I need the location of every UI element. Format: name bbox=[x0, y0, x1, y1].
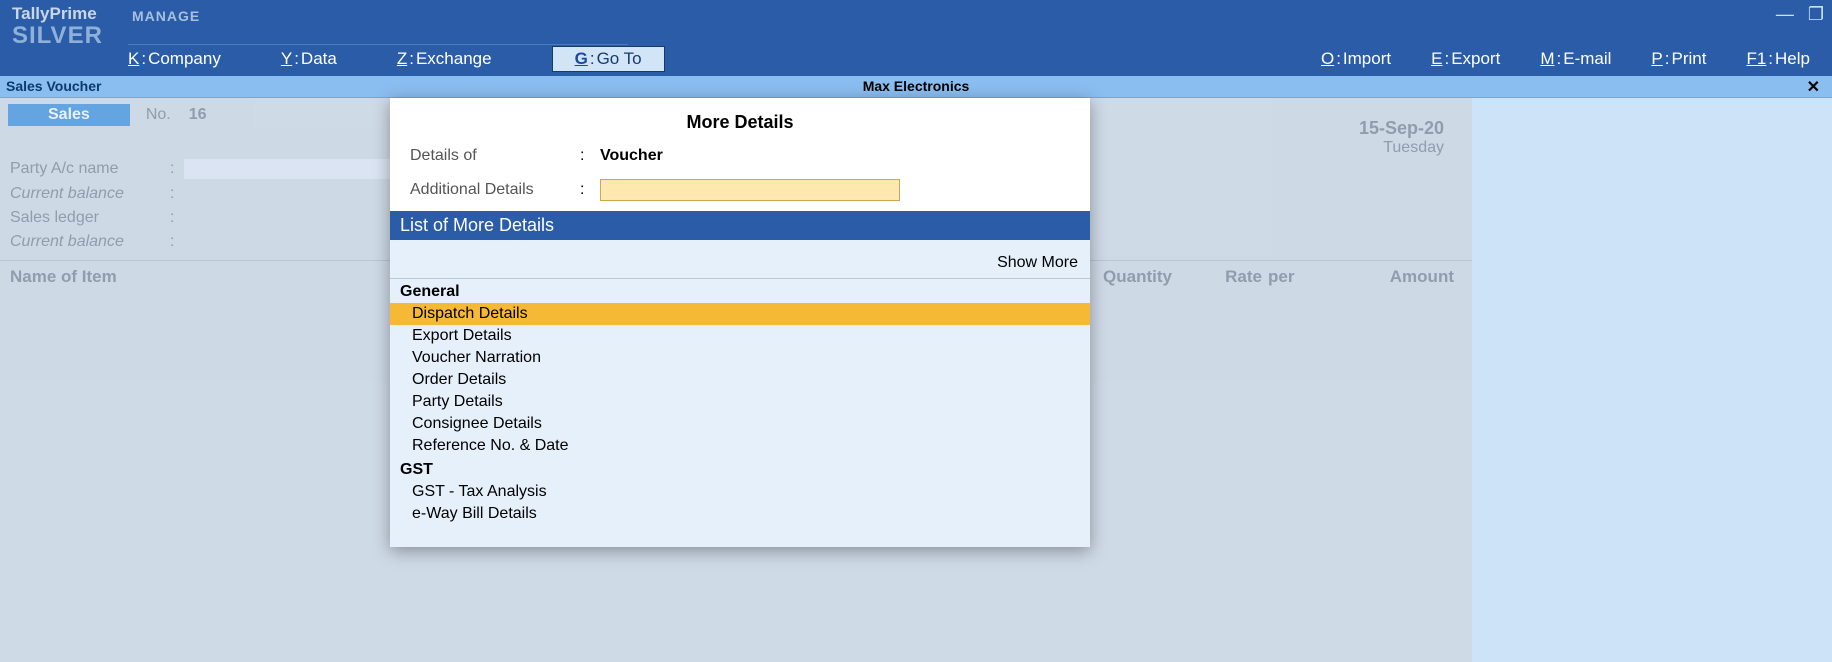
menu-export[interactable]: E:Export bbox=[1431, 49, 1500, 69]
col-rate: Rate bbox=[1172, 267, 1262, 287]
popup-title: More Details bbox=[390, 98, 1090, 143]
menu-goto[interactable]: G:Go To bbox=[552, 46, 665, 72]
list-item[interactable]: Dispatch Details bbox=[390, 303, 1090, 325]
right-side-panel bbox=[1472, 98, 1832, 662]
details-of-value: Voucher bbox=[600, 147, 663, 165]
main-menu: K:Company Y:Data Z:Exchange G:Go To O:Im… bbox=[128, 46, 1822, 72]
product-block: TallyPrime SILVER bbox=[12, 4, 103, 50]
close-icon[interactable]: ✕ bbox=[1807, 77, 1820, 97]
more-details-popup: More Details Details of : Voucher Additi… bbox=[390, 98, 1090, 547]
window-controls: — ❐ bbox=[1776, 4, 1824, 25]
company-bar: Sales Voucher Max Electronics ✕ bbox=[0, 76, 1832, 98]
list-header: List of More Details bbox=[390, 211, 1090, 240]
list-body: Show More General Dispatch DetailsExport… bbox=[390, 240, 1090, 547]
voucher-day: Tuesday bbox=[1359, 139, 1444, 157]
product-edition: SILVER bbox=[12, 22, 103, 50]
col-per: per bbox=[1262, 267, 1322, 287]
list-item[interactable]: Order Details bbox=[390, 369, 1090, 391]
menu-right-group: O:Import E:Export M:E-mail P:Print F1:He… bbox=[1321, 49, 1822, 69]
voucher-date-block: 15-Sep-20 Tuesday bbox=[1359, 118, 1444, 157]
col-amount: Amount bbox=[1322, 267, 1462, 287]
additional-details-row: Additional Details : bbox=[390, 175, 1090, 211]
product-name: TallyPrime bbox=[12, 4, 103, 24]
menu-print[interactable]: P:Print bbox=[1651, 49, 1706, 69]
menu-help[interactable]: F1:Help bbox=[1746, 49, 1810, 69]
manage-label: MANAGE bbox=[132, 8, 200, 24]
additional-details-input[interactable] bbox=[600, 179, 900, 201]
list-item[interactable]: Voucher Narration bbox=[390, 347, 1090, 369]
voucher-type-badge: Sales bbox=[8, 104, 130, 126]
menu-company[interactable]: K:Company bbox=[128, 49, 221, 69]
voucher-no-value: 16 bbox=[189, 106, 207, 124]
details-of-row: Details of : Voucher bbox=[390, 143, 1090, 175]
title-bar: TallyPrime SILVER MANAGE — ❐ K:Company Y… bbox=[0, 0, 1832, 76]
voucher-date: 15-Sep-20 bbox=[1359, 118, 1444, 139]
list-item[interactable]: GST - Tax Analysis bbox=[390, 481, 1090, 503]
group-gst-title: GST bbox=[390, 457, 1090, 481]
list-item[interactable]: Consignee Details bbox=[390, 413, 1090, 435]
maximize-icon[interactable]: ❐ bbox=[1808, 4, 1824, 25]
menu-divider bbox=[128, 44, 628, 45]
list-item[interactable]: Reference No. & Date bbox=[390, 435, 1090, 457]
group-general-title: General bbox=[390, 279, 1090, 303]
voucher-no-label: No. bbox=[146, 106, 171, 124]
list-item[interactable]: Export Details bbox=[390, 325, 1090, 347]
minimize-icon[interactable]: — bbox=[1776, 4, 1794, 25]
menu-email[interactable]: M:E-mail bbox=[1540, 49, 1611, 69]
list-item[interactable]: e-Way Bill Details bbox=[390, 503, 1090, 525]
menu-import[interactable]: O:Import bbox=[1321, 49, 1391, 69]
show-more-link[interactable]: Show More bbox=[997, 254, 1078, 272]
company-name: Max Electronics bbox=[0, 78, 1832, 94]
menu-data[interactable]: Y:Data bbox=[281, 49, 337, 69]
list-item[interactable]: Party Details bbox=[390, 391, 1090, 413]
menu-exchange[interactable]: Z:Exchange bbox=[397, 49, 492, 69]
